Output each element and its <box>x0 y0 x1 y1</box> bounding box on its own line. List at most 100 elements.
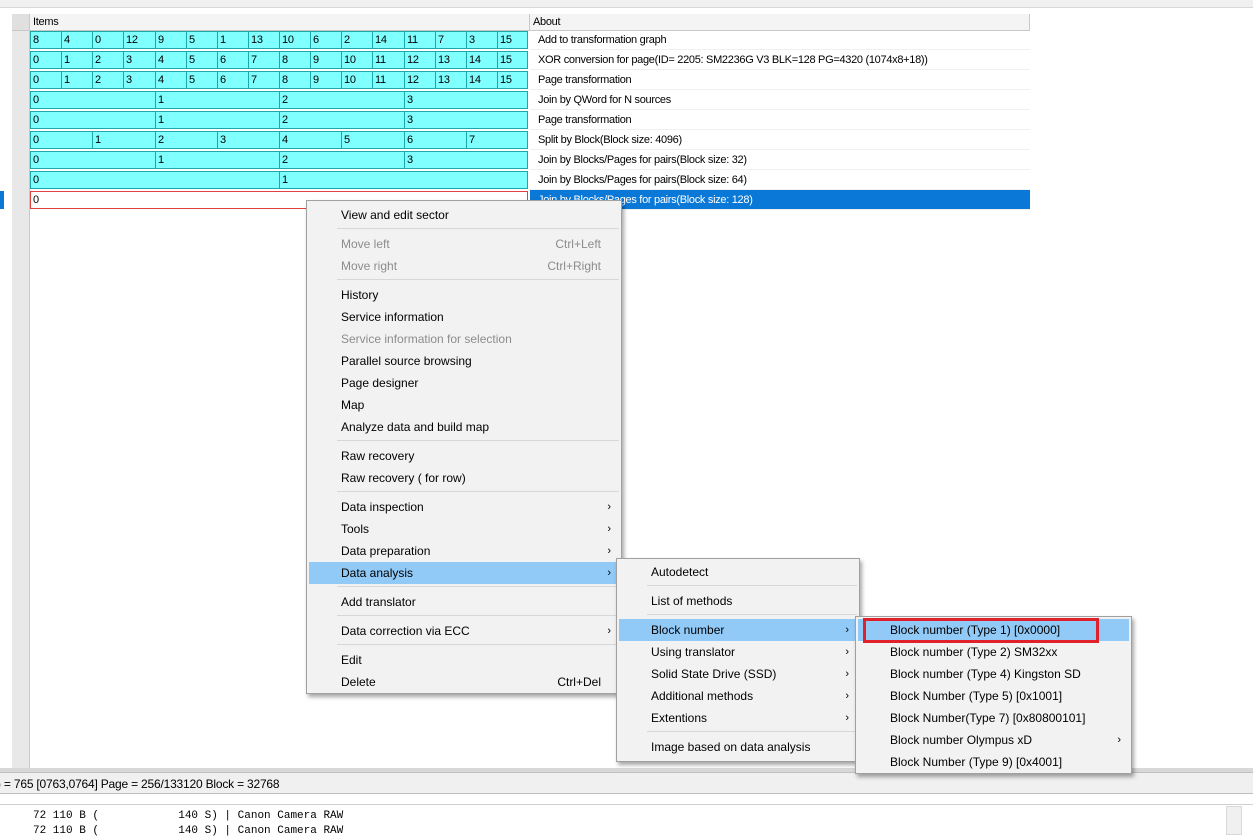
menu-item-delete[interactable]: Delete Ctrl+Del <box>309 671 619 693</box>
item-cell[interactable]: 15 <box>497 31 528 49</box>
menu-item-move-left[interactable]: Move left Ctrl+Left <box>309 233 619 255</box>
item-cell[interactable]: 11 <box>372 51 404 69</box>
menu-item-service-information[interactable]: Service information <box>309 306 619 328</box>
item-cell[interactable]: 7 <box>248 51 279 69</box>
item-cell[interactable]: 4 <box>61 31 92 49</box>
table-row[interactable]: 0 1 2 3 Page transformation <box>30 110 1030 130</box>
menu-item-data-preparation[interactable]: Data preparation › <box>309 540 619 562</box>
item-cell[interactable]: 0 <box>30 91 155 109</box>
item-cell[interactable]: 4 <box>155 51 186 69</box>
item-cell[interactable]: 13 <box>248 31 279 49</box>
menu-item-tools[interactable]: Tools › <box>309 518 619 540</box>
menu-item-history[interactable]: History <box>309 284 619 306</box>
item-cell[interactable]: 9 <box>310 51 341 69</box>
menu-item-using-translator[interactable]: Using translator › <box>619 641 857 663</box>
menu-item-block-number-type-7-0x80800101[interactable]: Block Number(Type 7) [0x80800101] <box>858 707 1129 729</box>
item-cell[interactable]: 1 <box>155 151 279 169</box>
item-cell[interactable]: 12 <box>404 51 435 69</box>
item-cell[interactable]: 11 <box>372 71 404 89</box>
item-cell[interactable]: 14 <box>466 51 497 69</box>
item-cell[interactable]: 2 <box>92 71 123 89</box>
menu-item-block-number-olympus-xd[interactable]: Block number Olympus xD › <box>858 729 1129 751</box>
item-cell[interactable]: 0 <box>30 51 61 69</box>
menu-item-block-number[interactable]: Block number › <box>619 619 857 641</box>
item-cell[interactable]: 13 <box>435 71 466 89</box>
menu-item-edit[interactable]: Edit <box>309 649 619 671</box>
item-cell[interactable]: 15 <box>497 71 528 89</box>
menu-item-autodetect[interactable]: Autodetect <box>619 561 857 583</box>
menu-item-block-number-type-2-sm32xx[interactable]: Block number (Type 2) SM32xx <box>858 641 1129 663</box>
item-cell[interactable]: 10 <box>341 71 372 89</box>
item-cell[interactable]: 8 <box>279 71 310 89</box>
item-cell[interactable]: 9 <box>310 71 341 89</box>
item-cell[interactable]: 14 <box>466 71 497 89</box>
item-cell[interactable]: 7 <box>435 31 466 49</box>
item-cell[interactable]: 4 <box>155 71 186 89</box>
item-cell[interactable]: 0 <box>30 151 155 169</box>
item-cell[interactable]: 6 <box>310 31 341 49</box>
item-cell[interactable]: 2 <box>155 131 217 149</box>
item-cell[interactable]: 6 <box>404 131 466 149</box>
item-cell[interactable]: 11 <box>404 31 435 49</box>
about-cell[interactable]: Join by Blocks/Pages for pairs(Block siz… <box>530 170 1030 190</box>
table-row[interactable]: 0 1 2 3 4 5 6 7 8 9 10 11 12 13 14 15 Page transformatio… <box>30 70 1030 90</box>
item-cell[interactable]: 8 <box>279 51 310 69</box>
table-row[interactable]: 0 1 Join by Blocks/Pages for pairs(Block s… <box>30 170 1030 190</box>
item-cell[interactable]: 3 <box>404 111 528 129</box>
item-cell[interactable]: 12 <box>123 31 155 49</box>
item-cell[interactable]: 5 <box>186 71 217 89</box>
menu-item-page-designer[interactable]: Page designer <box>309 372 619 394</box>
item-cell[interactable]: 1 <box>217 31 248 49</box>
item-cell[interactable]: 7 <box>466 131 528 149</box>
menu-item-data-correction-via-ecc[interactable]: Data correction via ECC › <box>309 620 619 642</box>
menu-item-parallel-source-browsing[interactable]: Parallel source browsing <box>309 350 619 372</box>
about-cell[interactable]: Page transformation <box>530 70 1030 90</box>
column-header-items[interactable]: Items <box>30 14 530 31</box>
menu-item-list-of-methods[interactable]: List of methods <box>619 590 857 612</box>
item-cell[interactable]: 12 <box>404 71 435 89</box>
menu-item-solid-state-drive-ssd[interactable]: Solid State Drive (SSD) › <box>619 663 857 685</box>
item-cell[interactable]: 6 <box>217 71 248 89</box>
menu-item-map[interactable]: Map <box>309 394 619 416</box>
menu-item-image-based-on-data-analysis[interactable]: Image based on data analysis <box>619 736 857 758</box>
about-cell[interactable]: Page transformation <box>530 110 1030 130</box>
item-cell[interactable]: 3 <box>217 131 279 149</box>
item-cell[interactable]: 0 <box>30 111 155 129</box>
item-cell[interactable]: 0 <box>30 71 61 89</box>
item-cell[interactable]: 1 <box>61 71 92 89</box>
menu-item-block-number-type-4-kingston-sd[interactable]: Block number (Type 4) Kingston SD <box>858 663 1129 685</box>
item-cell[interactable]: 3 <box>404 151 528 169</box>
menu-item-analyze-data-and-build-map[interactable]: Analyze data and build map <box>309 416 619 438</box>
item-cell[interactable]: 10 <box>341 51 372 69</box>
item-cell[interactable]: 5 <box>186 31 217 49</box>
menu-item-data-analysis[interactable]: Data analysis › <box>309 562 619 584</box>
menu-item-block-number-type-5-0x1001[interactable]: Block Number (Type 5) [0x1001] <box>858 685 1129 707</box>
item-cell[interactable]: 0 <box>30 131 92 149</box>
menu-item-move-right[interactable]: Move right Ctrl+Right <box>309 255 619 277</box>
log-scrollbar[interactable] <box>1226 806 1242 835</box>
item-cell[interactable]: 3 <box>404 91 528 109</box>
item-cell[interactable]: 1 <box>92 131 155 149</box>
menu-item-block-number-type-9-0x4001[interactable]: Block Number (Type 9) [0x4001] <box>858 751 1129 773</box>
item-cell[interactable]: 1 <box>61 51 92 69</box>
table-row[interactable]: 0 1 2 3 4 5 6 7 8 9 10 11 12 13 14 15 XOR conversion for… <box>30 50 1030 70</box>
about-cell[interactable]: Join by Blocks/Pages for pairs(Block siz… <box>530 150 1030 170</box>
item-cell[interactable]: 6 <box>217 51 248 69</box>
about-cell[interactable]: Split by Block(Block size: 4096) <box>530 130 1030 150</box>
item-cell[interactable]: 9 <box>155 31 186 49</box>
item-cell[interactable]: 1 <box>279 171 528 189</box>
menu-item-raw-recovery-for-row[interactable]: Raw recovery ( for row) <box>309 467 619 489</box>
item-cell[interactable]: 2 <box>279 151 404 169</box>
item-cell[interactable]: 2 <box>279 91 404 109</box>
item-cell[interactable]: 2 <box>341 31 372 49</box>
item-cell[interactable]: 10 <box>279 31 310 49</box>
menu-item-additional-methods[interactable]: Additional methods › <box>619 685 857 707</box>
item-cell[interactable]: 8 <box>30 31 61 49</box>
item-cell[interactable]: 7 <box>248 71 279 89</box>
item-cell[interactable]: 13 <box>435 51 466 69</box>
table-row[interactable]: 0 1 2 3 4 5 6 7 Split by Block(Block size: 4096) <box>30 130 1030 150</box>
table-row[interactable]: 8 4 0 12 9 5 1 13 10 6 2 14 11 7 3 15 Add to transformat… <box>30 30 1030 50</box>
item-cell[interactable]: 0 <box>92 31 123 49</box>
item-cell[interactable]: 4 <box>279 131 341 149</box>
item-cell[interactable]: 14 <box>372 31 404 49</box>
